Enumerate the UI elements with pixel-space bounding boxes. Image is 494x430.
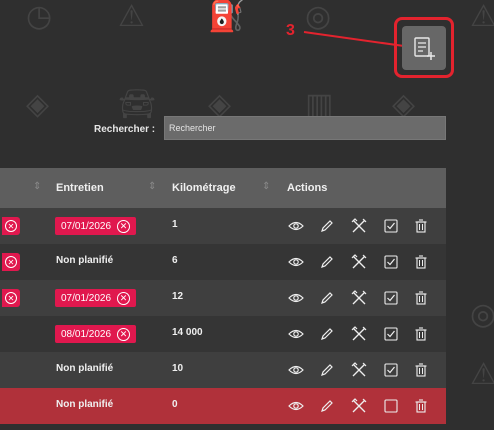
add-entry-button[interactable] bbox=[402, 26, 446, 70]
table-row[interactable]: ✕ 07/01/2026 ✕ 1 bbox=[0, 208, 446, 244]
close-circle-icon[interactable]: ✕ bbox=[117, 219, 131, 233]
column-header-kilometrage[interactable]: Kilométrage bbox=[172, 182, 236, 194]
maintenance-date-badge: 08/01/2026 ✕ bbox=[55, 325, 137, 343]
bg-car-icon: 🚘︎ bbox=[118, 87, 157, 122]
mileage-value: 6 bbox=[172, 255, 178, 266]
checkbox-empty-icon[interactable] bbox=[382, 397, 400, 415]
tools-icon[interactable] bbox=[350, 217, 368, 235]
clear-date-button[interactable]: ✕ bbox=[2, 217, 20, 235]
maintenance-table: ⇕ Entretien ⇕ Kilométrage ⇕ Actions ✕ 07/… bbox=[0, 168, 446, 424]
trash-icon[interactable] bbox=[412, 253, 430, 271]
eye-icon[interactable] bbox=[287, 289, 305, 307]
bg-road-sign-icon: ◈ bbox=[26, 87, 50, 122]
pencil-icon[interactable] bbox=[318, 397, 336, 415]
checkbox-icon[interactable] bbox=[382, 217, 400, 235]
maintenance-date-badge: 07/01/2026 ✕ bbox=[55, 217, 137, 235]
checkbox-icon[interactable] bbox=[382, 253, 400, 271]
tools-icon[interactable] bbox=[350, 253, 368, 271]
bg-compass-icon: ◎ bbox=[470, 297, 494, 332]
eye-icon[interactable] bbox=[287, 361, 305, 379]
annotation-arrow-line bbox=[303, 31, 404, 47]
maintenance-date: 07/01/2026 bbox=[61, 220, 112, 232]
trash-icon[interactable] bbox=[412, 325, 430, 343]
table-row[interactable]: Non planifié 0 bbox=[0, 388, 446, 424]
close-circle-icon: ✕ bbox=[5, 256, 17, 268]
clear-date-button[interactable]: ✕ bbox=[2, 253, 20, 271]
bg-warning-icon: ⚠ bbox=[470, 357, 494, 392]
eye-icon[interactable] bbox=[287, 325, 305, 343]
table-header: ⇕ Entretien ⇕ Kilométrage ⇕ Actions bbox=[0, 168, 446, 208]
eye-icon[interactable] bbox=[287, 397, 305, 415]
eye-icon[interactable] bbox=[287, 253, 305, 271]
trash-icon[interactable] bbox=[412, 361, 430, 379]
add-list-icon bbox=[414, 37, 435, 60]
maintenance-date: 08/01/2026 bbox=[61, 328, 112, 340]
pencil-icon[interactable] bbox=[318, 253, 336, 271]
clear-date-button[interactable]: ✕ bbox=[2, 289, 20, 307]
trash-icon[interactable] bbox=[412, 217, 430, 235]
search-input[interactable]: Rechercher bbox=[164, 116, 446, 140]
table-row[interactable]: ✕ Non planifié 6 bbox=[0, 244, 446, 280]
annotation-step-number: 3 bbox=[286, 22, 295, 39]
bg-warning-icon: ⚠ bbox=[470, 0, 494, 34]
sort-icon[interactable]: ⇕ bbox=[262, 181, 270, 192]
column-header-entretien[interactable]: Entretien bbox=[56, 182, 104, 194]
trash-icon[interactable] bbox=[412, 397, 430, 415]
mileage-value: 10 bbox=[172, 363, 184, 374]
table-row[interactable]: 08/01/2026 ✕ 14 000 bbox=[0, 316, 446, 352]
pencil-icon[interactable] bbox=[318, 217, 336, 235]
pencil-icon[interactable] bbox=[318, 289, 336, 307]
close-circle-icon[interactable]: ✕ bbox=[117, 327, 131, 341]
search-label: Rechercher : bbox=[94, 124, 156, 135]
tools-icon[interactable] bbox=[350, 325, 368, 343]
tools-icon[interactable] bbox=[350, 361, 368, 379]
tools-icon[interactable] bbox=[350, 397, 368, 415]
close-circle-icon: ✕ bbox=[5, 292, 17, 304]
sort-icon[interactable]: ⇕ bbox=[33, 181, 41, 192]
mileage-value: 14 000 bbox=[172, 327, 203, 338]
table-body: ✕ 07/01/2026 ✕ 1 ✕ Non planifié 6 ✕ 07/01/2026 ✕ 1… bbox=[0, 208, 446, 424]
maintenance-date-badge: 07/01/2026 ✕ bbox=[55, 289, 137, 307]
bg-compass-icon: ◎ bbox=[305, 0, 332, 34]
search-placeholder: Rechercher bbox=[169, 123, 216, 133]
checkbox-icon[interactable] bbox=[382, 361, 400, 379]
maintenance-status: Non planifié bbox=[56, 399, 114, 410]
pencil-icon[interactable] bbox=[318, 325, 336, 343]
table-row[interactable]: ✕ 07/01/2026 ✕ 12 bbox=[0, 280, 446, 316]
maintenance-status: Non planifié bbox=[56, 363, 114, 374]
maintenance-status: Non planifié bbox=[56, 255, 114, 266]
bg-clock-icon: ◷ bbox=[26, 0, 53, 34]
maintenance-date: 07/01/2026 bbox=[61, 292, 112, 304]
bg-warning-icon: ⚠ bbox=[118, 0, 145, 34]
close-circle-icon[interactable]: ✕ bbox=[117, 291, 131, 305]
mileage-value: 1 bbox=[172, 219, 178, 230]
pencil-icon[interactable] bbox=[318, 361, 336, 379]
tools-icon[interactable] bbox=[350, 289, 368, 307]
trash-icon[interactable] bbox=[412, 289, 430, 307]
bg-fuel-icon: ⛽ bbox=[208, 0, 246, 34]
mileage-value: 12 bbox=[172, 291, 184, 302]
sort-icon[interactable]: ⇕ bbox=[148, 181, 156, 192]
mileage-value: 0 bbox=[172, 399, 178, 410]
table-row[interactable]: Non planifié 10 bbox=[0, 352, 446, 388]
close-circle-icon: ✕ bbox=[5, 220, 17, 232]
column-header-actions: Actions bbox=[287, 182, 328, 194]
checkbox-icon[interactable] bbox=[382, 325, 400, 343]
checkbox-icon[interactable] bbox=[382, 289, 400, 307]
eye-icon[interactable] bbox=[287, 217, 305, 235]
